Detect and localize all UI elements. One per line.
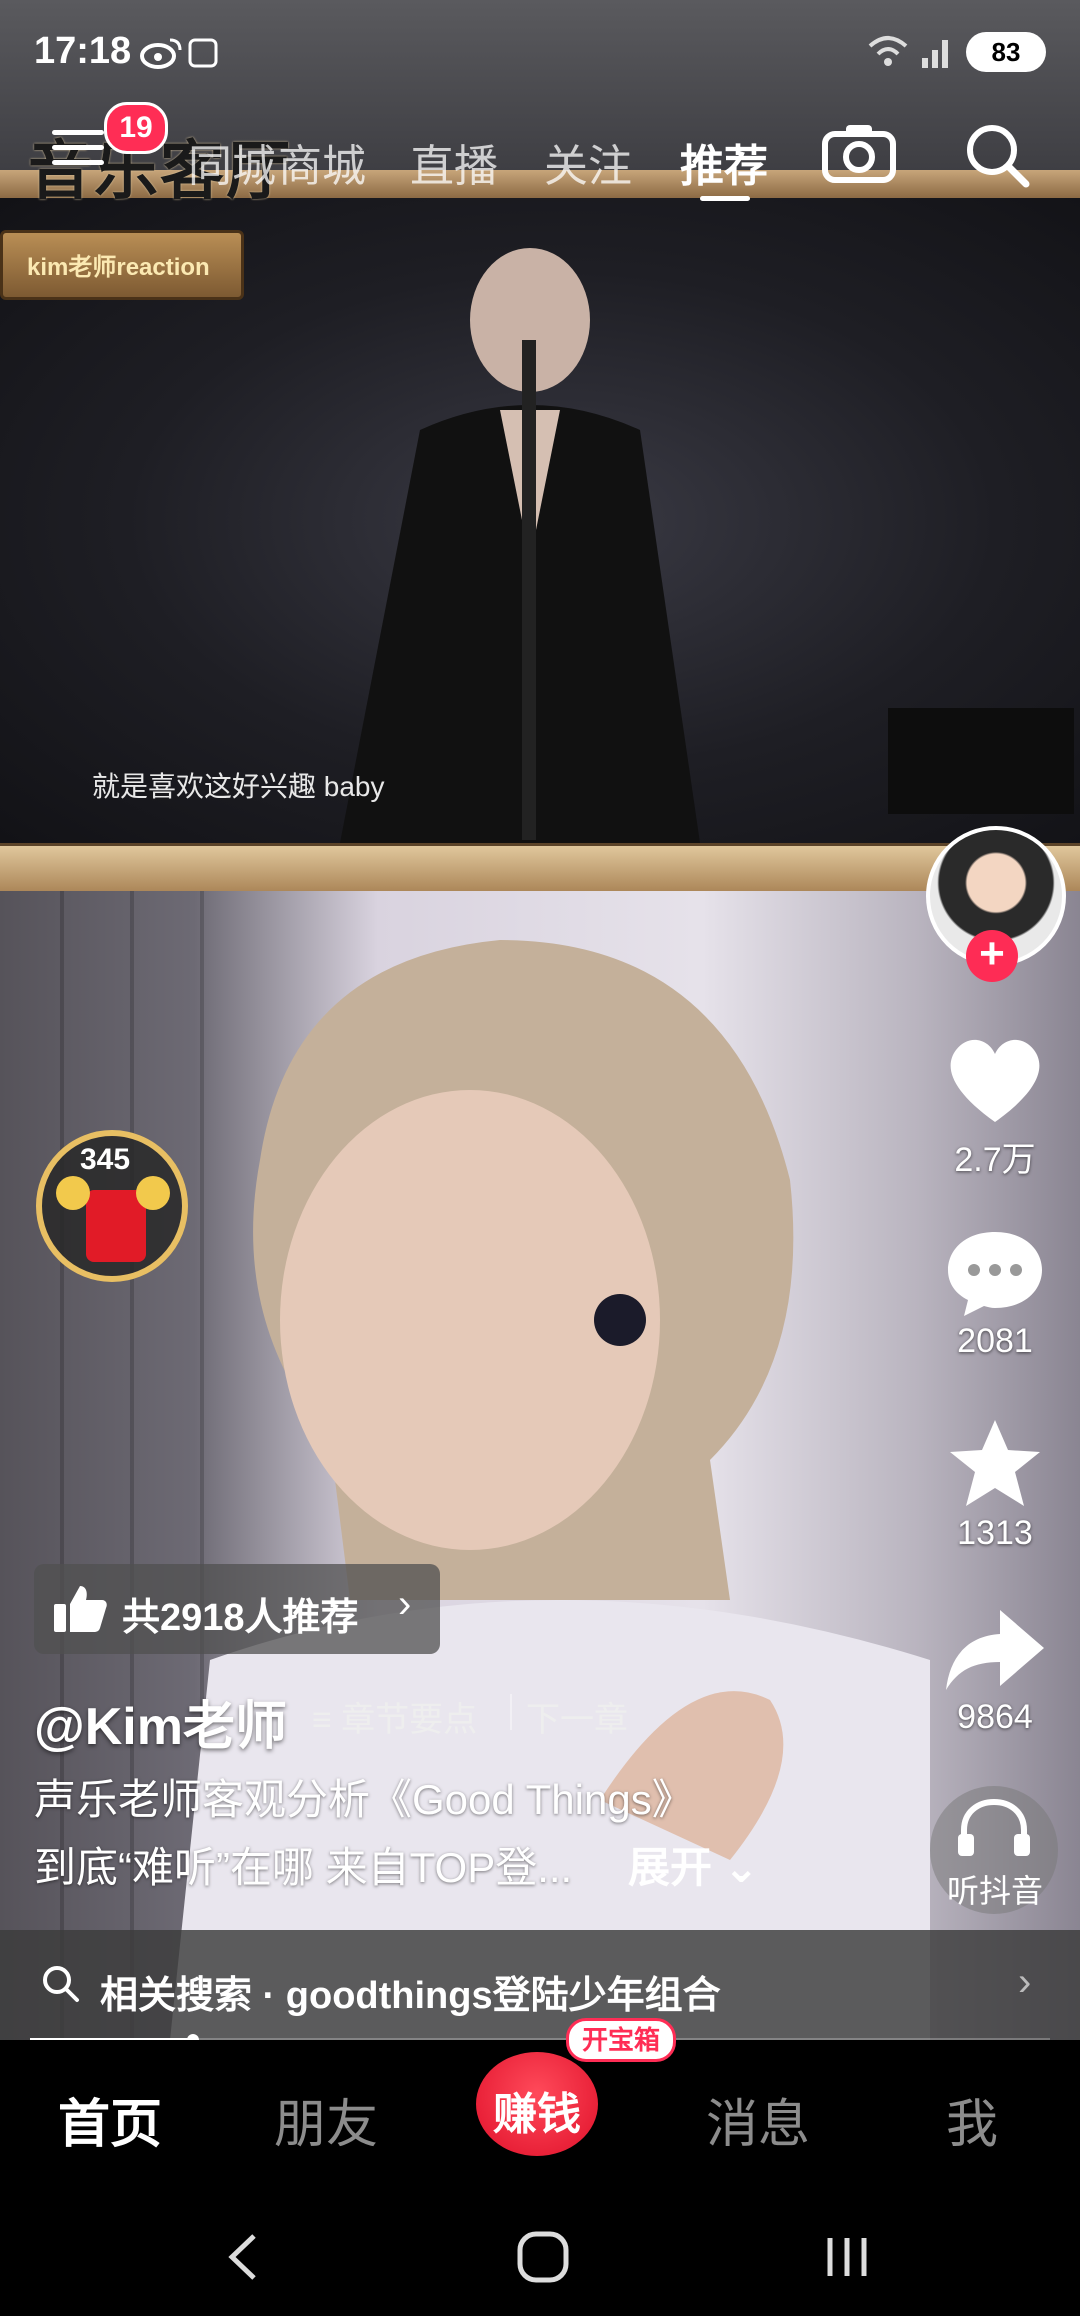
tab-home[interactable]: 首页 <box>58 2082 162 2157</box>
camera-icon[interactable] <box>822 122 896 184</box>
video-subtitle: 就是喜欢这好兴趣 baby <box>92 771 385 802</box>
search-icon <box>43 1966 79 2002</box>
earn-money-label: 赚钱 <box>493 2090 581 2139</box>
tab-friends[interactable]: 朋友 <box>274 2082 378 2157</box>
thumbs-up-icon <box>54 1586 107 1632</box>
kim-sign-text: kim老师reaction <box>27 254 210 281</box>
share-arrow-icon[interactable] <box>940 1600 1050 1700</box>
kim-reaction-sign: kim老师reaction <box>0 230 244 300</box>
like-count: 2.7万 <box>954 1141 1036 1179</box>
next-chapter-link[interactable]: 下一章 <box>526 1692 628 1741</box>
scan-icon <box>188 38 218 68</box>
favorite-count: 1313 <box>957 1514 1033 1552</box>
related-search-text: 相关搜索 · goodthings登陆少年组合 <box>100 1975 721 2017</box>
back-icon[interactable] <box>210 2222 280 2292</box>
follow-plus-button[interactable]: + <box>966 930 1018 982</box>
search-icon[interactable] <box>962 120 1032 190</box>
gold-coin-icon <box>136 1176 170 1210</box>
active-tab-indicator <box>700 196 750 201</box>
share-count: 9864 <box>957 1698 1033 1736</box>
tab-following[interactable]: 关注 <box>544 130 632 194</box>
like-heart-icon[interactable] <box>940 1030 1050 1130</box>
chapter-keypoints-link[interactable]: ≡ 章节要点 <box>312 1692 477 1741</box>
tab-me[interactable]: 我 <box>946 2082 998 2157</box>
chevron-right-icon: › <box>398 1582 412 1626</box>
description-line-1: 声乐老师客观分析《Good Things》 <box>34 1776 694 1823</box>
chapter-divider <box>510 1694 512 1730</box>
listen-douyin-label: 听抖音 <box>946 1873 1043 1909</box>
weibo-icon <box>140 38 218 69</box>
home-icon[interactable] <box>508 2222 578 2292</box>
chevron-right-icon: › <box>1018 1960 1032 2004</box>
expand-description-button[interactable]: 展开 ⌄ <box>628 1834 759 1895</box>
notification-badge: 19 <box>104 102 168 154</box>
red-envelope-count: 345 <box>80 1143 131 1176</box>
tab-messages[interactable]: 消息 <box>706 2082 810 2157</box>
menu-icon[interactable] <box>52 130 104 170</box>
chevron-down-icon: ⌄ <box>712 1844 759 1891</box>
tab-recommended[interactable]: 推荐 <box>680 130 768 194</box>
wood-frame-middle <box>0 843 1080 894</box>
description-line-2: 到底“难听”在哪 来自TOP登... <box>34 1844 573 1891</box>
comment-count: 2081 <box>957 1322 1033 1360</box>
signal-wifi-icon <box>866 32 956 80</box>
chapter-keypoints-label: 章节要点 <box>341 1701 478 1739</box>
headphones-icon <box>958 1798 1030 1856</box>
battery-level: 83 <box>991 37 1021 67</box>
recent-apps-icon[interactable] <box>812 2222 882 2292</box>
tab-live[interactable]: 直播 <box>410 130 498 194</box>
favorite-star-icon[interactable] <box>940 1414 1050 1514</box>
tab-mall[interactable]: 商城 <box>278 130 366 194</box>
expand-label: 展开 <box>628 1844 713 1891</box>
comment-icon[interactable] <box>940 1222 1050 1322</box>
status-notification-icons <box>140 34 220 82</box>
author-name[interactable]: @Kim老师 <box>34 1684 287 1759</box>
status-time: 17:18 <box>34 30 132 72</box>
treasure-box-badge[interactable]: 开宝箱 <box>566 2018 676 2062</box>
tab-nearby[interactable]: 同城 <box>188 130 276 194</box>
gold-coin-icon <box>56 1176 90 1210</box>
battery-indicator: 83 <box>966 32 1046 72</box>
singer-silhouette <box>340 248 700 843</box>
recommend-count-text: 共2918人推荐 <box>122 1597 359 1639</box>
black-overlay-box <box>888 708 1074 814</box>
